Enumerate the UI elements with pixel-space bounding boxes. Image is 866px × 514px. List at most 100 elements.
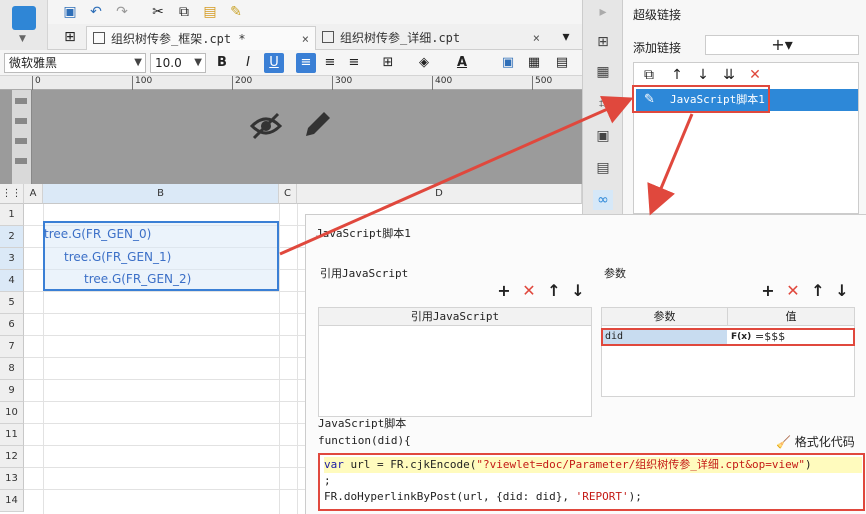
panel-title: 超级链接 [633, 8, 682, 22]
arrow-down-icon[interactable]: ↓ [694, 66, 712, 84]
script-section-label: JavaScript脚本 [318, 417, 407, 430]
font-name-select[interactable]: 微软雅黑 ▼ [4, 53, 146, 73]
row-header[interactable]: 10 [0, 402, 24, 424]
close-icon[interactable]: × [533, 26, 540, 50]
param-row[interactable]: did F(x) =$$$ [601, 328, 855, 346]
row-header[interactable]: 6 [0, 314, 24, 336]
tree-cell[interactable]: tree.G(FR_GEN_1) [64, 246, 171, 268]
font-color-icon[interactable]: A [452, 53, 472, 73]
row-header[interactable]: 12 [0, 446, 24, 468]
vertical-ruler [12, 90, 32, 184]
row-header[interactable]: 2 [0, 226, 24, 248]
align-left-icon[interactable]: ≡ [296, 53, 316, 73]
add-link-button[interactable]: +▾ [705, 35, 859, 55]
column-header-d[interactable]: D [297, 184, 582, 204]
crop-icon[interactable]: ⌗ [593, 94, 613, 114]
add-icon[interactable]: + [758, 281, 778, 301]
underline-button[interactable]: U [264, 53, 284, 73]
row-header[interactable]: 4 [0, 270, 24, 292]
arrow-down-icon[interactable]: ↓ [568, 281, 588, 301]
param-value-header: 值 [728, 308, 854, 326]
row-header[interactable]: 7 [0, 336, 24, 358]
code-line: FR.doHyperlinkByPost(url, {did: did}, 'R… [324, 490, 642, 503]
link-icon[interactable]: ∞ [593, 190, 613, 210]
row-header[interactable]: 9 [0, 380, 24, 402]
param-name-cell[interactable]: did [603, 330, 727, 344]
row-header[interactable]: 11 [0, 424, 24, 446]
format-code-button[interactable]: 🧹 格式化代码 [776, 433, 855, 450]
params-label: 参数 [604, 267, 626, 280]
param-value-cell[interactable]: =$$$ [755, 330, 785, 344]
main-toolbar: ▣ ↶ ↷ ✂ ⧉ ▤ ✎ [48, 0, 582, 24]
add-icon[interactable]: + [494, 281, 514, 301]
save-icon[interactable]: ▣ [60, 2, 80, 22]
chevron-right-icon[interactable]: ▸ [593, 2, 613, 22]
cell-attr-icon[interactable]: ⊞ [593, 32, 613, 52]
fill-color-icon[interactable]: ◈ [414, 53, 434, 73]
column-header-c[interactable]: C [279, 184, 297, 204]
copy-icon[interactable]: ⧉ [640, 66, 658, 84]
bold-button[interactable]: B [212, 53, 232, 73]
paste-icon[interactable]: ▤ [200, 2, 220, 22]
app-logo-button[interactable]: ▼ [0, 0, 48, 50]
widget-icon[interactable]: ▣ [593, 126, 613, 146]
merge-cells-icon[interactable]: ▣ [498, 53, 518, 73]
arrow-down-icon[interactable]: ↓ [832, 281, 852, 301]
formula-icon[interactable]: F(x) [731, 330, 751, 344]
move-bottom-icon[interactable]: ⇊ [720, 66, 738, 84]
annotation-highlight [632, 85, 770, 113]
redo-icon[interactable]: ↷ [112, 2, 132, 22]
tab-detail-cpt[interactable]: 组织树传参_详细.cpt × [316, 26, 546, 50]
row-header[interactable]: 1 [0, 204, 24, 226]
delete-icon[interactable]: ✕ [519, 281, 539, 301]
condition-icon[interactable]: ▤ [593, 158, 613, 178]
format-painter-icon[interactable]: ✎ [226, 2, 246, 22]
tab-label: 组织树传参_框架.cpt * [111, 32, 246, 46]
delete-icon[interactable]: ✕ [746, 66, 764, 84]
tab-frame-cpt[interactable]: 组织树传参_框架.cpt * × [86, 26, 316, 50]
row-header[interactable]: 14 [0, 490, 24, 512]
arrow-up-icon[interactable]: ↑ [668, 66, 686, 84]
insert-icon[interactable]: ▤ [552, 53, 572, 73]
border-icon[interactable]: ⊞ [378, 53, 398, 73]
row-header[interactable]: 5 [0, 292, 24, 314]
row-header[interactable]: 8 [0, 358, 24, 380]
pencil-icon[interactable] [300, 108, 334, 142]
row-header[interactable]: 13 [0, 468, 24, 490]
app-logo-icon [12, 6, 36, 30]
design-canvas[interactable] [0, 90, 582, 184]
font-size-select[interactable]: 10.0 ▼ [150, 53, 206, 73]
close-icon[interactable]: × [302, 27, 309, 51]
column-header-b[interactable]: B [43, 184, 279, 204]
param-table[interactable]: 参数 值 [601, 307, 855, 397]
align-center-icon[interactable]: ≡ [320, 53, 340, 73]
tab-bar: ⊞ 组织树传参_框架.cpt * × 组织树传参_详细.cpt × ▾ [48, 24, 582, 50]
undo-icon[interactable]: ↶ [86, 2, 106, 22]
cut-icon[interactable]: ✂ [148, 2, 168, 22]
param-name-header: 参数 [602, 308, 728, 326]
delete-icon[interactable]: ✕ [783, 281, 803, 301]
copy-icon[interactable]: ⧉ [174, 2, 194, 22]
horizontal-ruler: 0 100 200 300 400 500 [0, 76, 582, 90]
tree-cell[interactable]: tree.G(FR_GEN_2) [84, 268, 191, 290]
split-cells-icon[interactable]: ▦ [524, 53, 544, 73]
js-panel-title: JavaScript脚本1 [316, 227, 411, 240]
tree-cell[interactable]: tree.G(FR_GEN_0) [44, 223, 151, 245]
tab-menu-icon[interactable]: ▾ [556, 27, 576, 47]
chevron-down-icon: ▼ [194, 57, 202, 68]
ref-js-column-header: 引用JavaScript [319, 308, 591, 326]
arrow-up-icon[interactable]: ↑ [808, 281, 828, 301]
ref-js-table[interactable]: 引用JavaScript [318, 307, 592, 417]
code-editor[interactable]: var url = FR.cjkEncode("?viewlet=doc/Par… [318, 453, 865, 511]
cell-element-icon[interactable]: ▦ [593, 62, 613, 82]
column-header-a[interactable]: A [24, 184, 43, 204]
align-right-icon[interactable]: ≡ [344, 53, 364, 73]
grid-view-icon[interactable]: ⊞ [60, 27, 80, 47]
row-header[interactable]: 3 [0, 248, 24, 270]
select-all-corner[interactable]: ⋮⋮ [0, 184, 24, 204]
italic-button[interactable]: I [238, 53, 258, 73]
add-link-label: 添加链接 [633, 41, 682, 55]
report-file-icon [322, 31, 334, 43]
function-signature: function(did){ [318, 434, 411, 447]
arrow-up-icon[interactable]: ↑ [544, 281, 564, 301]
